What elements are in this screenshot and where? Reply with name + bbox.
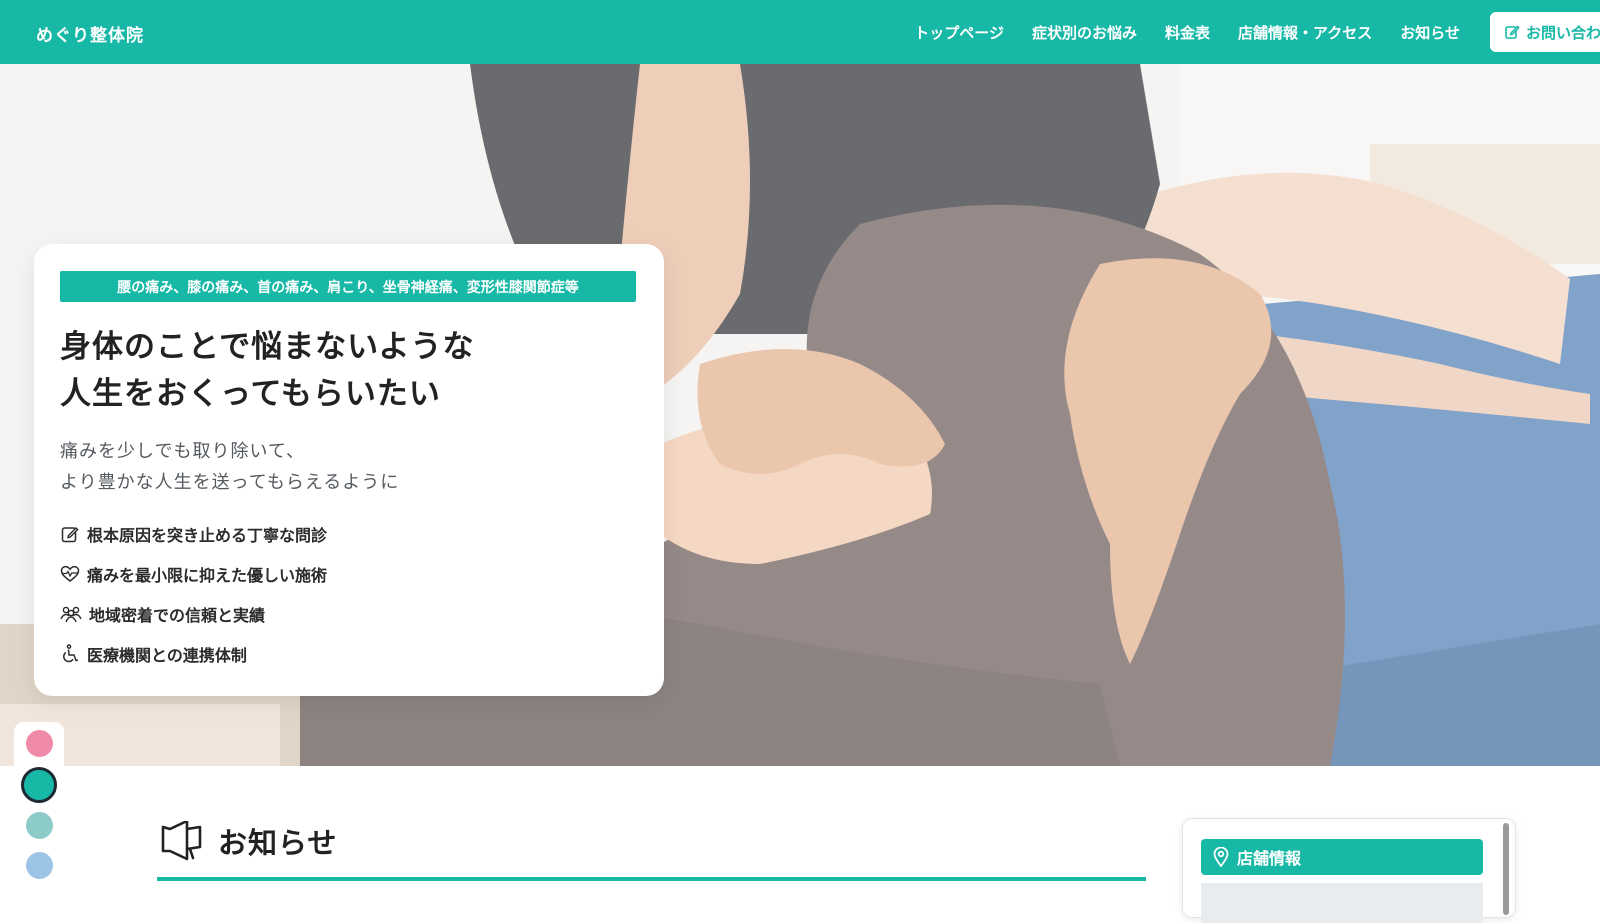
feature-list: 根本原因を突き止める丁寧な問診 痛みを最小限に抑えた優しい施術 地域密着での信頼… <box>60 514 640 674</box>
feature-label: 地域密着での信頼と実績 <box>89 606 266 625</box>
feature-item: 地域密着での信頼と実績 <box>60 594 640 634</box>
contact-button[interactable]: お問い合わせ <box>1490 12 1600 52</box>
nav-item-news[interactable]: お知らせ <box>1400 22 1460 43</box>
feature-label: 医療機関との連携体制 <box>87 646 247 665</box>
subtext-line-2: より豊かな人生を送ってもらえるように <box>60 472 400 493</box>
store-map[interactable] <box>1201 883 1483 923</box>
hero-card: 腰の痛み、膝の痛み、首の痛み、肩こり、坐骨神経痛、変形性膝関節症等 身体のことで… <box>34 244 664 696</box>
site-logo[interactable]: めぐり整体院 <box>36 21 144 46</box>
hero-subtext: 痛みを少しでも取り除いて、 より豊かな人生を送ってもらえるように <box>60 436 640 498</box>
people-icon <box>60 606 82 623</box>
nav-item-pricing[interactable]: 料金表 <box>1165 22 1210 43</box>
theme-color-picker <box>14 722 64 900</box>
feature-label: 根本原因を突き止める丁寧な問診 <box>87 526 328 545</box>
theme-swatch-pink[interactable] <box>26 730 53 757</box>
megaphone-icon <box>161 821 202 861</box>
feature-label: 痛みを最小限に抑えた優しい施術 <box>87 566 328 585</box>
wheelchair-icon <box>63 644 79 663</box>
store-scrollbar[interactable] <box>1503 823 1509 915</box>
edit-icon <box>61 527 79 543</box>
news-title: お知らせ <box>218 826 338 860</box>
contact-button-label: お問い合わせ <box>1526 23 1600 42</box>
store-info-widget: 店舗情報 <box>1182 818 1516 923</box>
news-heading: お知らせ <box>160 820 337 862</box>
store-info-title: 店舗情報 <box>1237 849 1302 868</box>
heart-pulse-icon <box>60 565 80 582</box>
nav-item-store-access[interactable]: 店舗情報・アクセス <box>1238 22 1372 43</box>
nav-item-top[interactable]: トップページ <box>914 22 1004 43</box>
site-header: めぐり整体院 トップページ 症状別のお悩み 料金表 店舗情報・アクセス お知らせ… <box>0 0 1600 64</box>
feature-item: 医療機関との連携体制 <box>60 634 640 674</box>
theme-swatch-light-teal[interactable] <box>26 812 53 839</box>
map-pin-icon <box>1213 847 1229 867</box>
main-nav: トップページ 症状別のお悩み 料金表 店舗情報・アクセス お知らせ <box>914 0 1460 64</box>
theme-swatch-teal[interactable] <box>21 767 57 803</box>
store-info-header: 店舗情報 <box>1201 839 1483 875</box>
feature-item: 痛みを最小限に抑えた優しい施術 <box>60 554 640 594</box>
nav-item-symptoms[interactable]: 症状別のお悩み <box>1032 22 1137 43</box>
news-divider <box>157 877 1146 881</box>
hero-headline: 身体のことで悩まないような 人生をおくってもらいたい <box>60 324 640 418</box>
theme-swatch-blue[interactable] <box>26 852 53 879</box>
hero-section: 腰の痛み、膝の痛み、首の痛み、肩こり、坐骨神経痛、変形性膝関節症等 身体のことで… <box>0 64 1600 766</box>
feature-item: 根本原因を突き止める丁寧な問診 <box>60 514 640 554</box>
symptom-tagline: 腰の痛み、膝の痛み、首の痛み、肩こり、坐骨神経痛、変形性膝関節症等 <box>60 271 636 302</box>
edit-icon <box>1505 25 1520 39</box>
headline-line-2: 人生をおくってもらいたい <box>60 376 441 412</box>
headline-line-1: 身体のことで悩まないような <box>60 329 475 365</box>
subtext-line-1: 痛みを少しでも取り除いて、 <box>60 441 306 462</box>
